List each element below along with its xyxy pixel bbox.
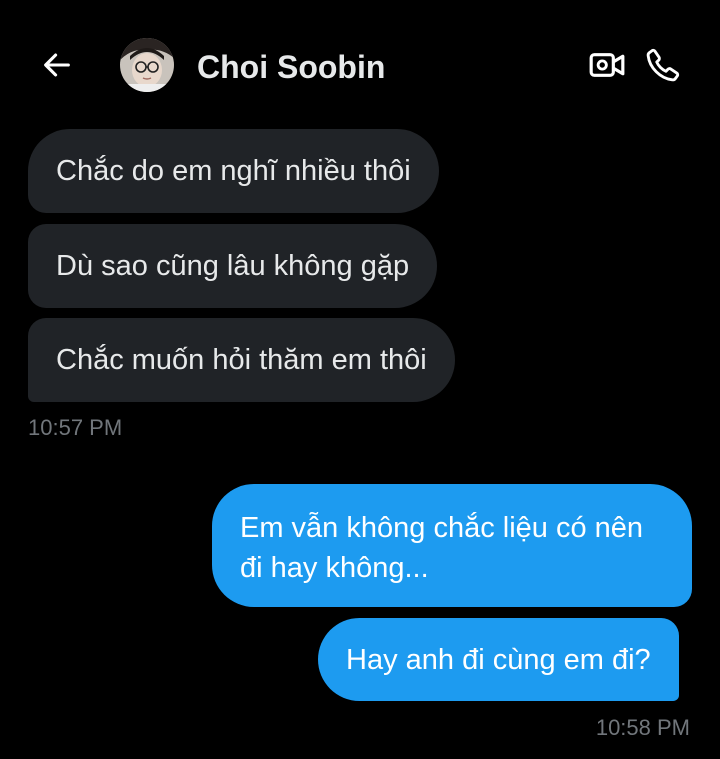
incoming-timestamp: 10:57 PM	[28, 415, 123, 440]
incoming-message-bubble[interactable]: Chắc do em nghĩ nhiều thôi	[28, 129, 439, 213]
outgoing-message-bubble[interactable]: Em vẫn không chắc liệu có nên đi hay khô…	[212, 484, 692, 607]
arrow-left-icon	[44, 53, 70, 77]
outgoing-timestamp: 10:58 PM	[595, 715, 690, 740]
back-button[interactable]	[36, 44, 78, 86]
video-call-button[interactable]	[586, 44, 628, 86]
incoming-message-bubble[interactable]: Chắc muốn hỏi thăm em thôi	[28, 318, 455, 402]
avatar[interactable]	[120, 38, 174, 92]
conversation-header: Choi Soobin	[0, 0, 720, 130]
incoming-message-bubble[interactable]: Dù sao cũng lâu không gặp	[28, 224, 438, 308]
avatar-image	[120, 38, 174, 92]
phone-icon	[646, 48, 680, 82]
video-camera-icon	[589, 53, 625, 77]
contact-name[interactable]: Choi Soobin	[197, 48, 385, 86]
outgoing-message-bubble[interactable]: Hay anh đi cùng em đi?	[318, 618, 679, 701]
voice-call-button[interactable]	[642, 44, 684, 86]
